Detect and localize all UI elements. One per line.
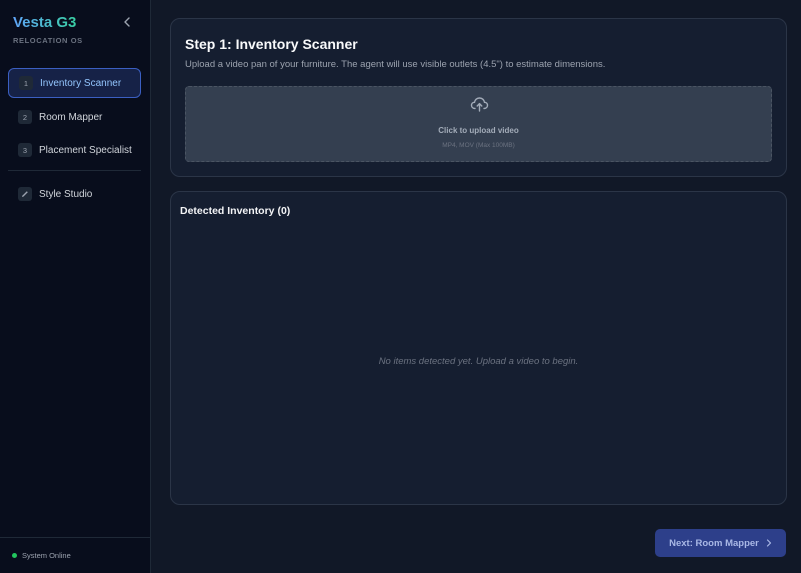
chevron-left-icon bbox=[124, 17, 130, 27]
sidebar-item-inventory-scanner[interactable]: 1 Inventory Scanner bbox=[8, 68, 141, 98]
sidebar-item-label: Room Mapper bbox=[39, 111, 103, 123]
page-title: Step 1: Inventory Scanner bbox=[185, 36, 358, 52]
sidebar-divider bbox=[8, 170, 141, 171]
next-button-label: Next: Room Mapper bbox=[669, 537, 759, 549]
step-number-badge: 1 bbox=[19, 76, 33, 90]
upload-hint: MP4, MOV (Max 100MB) bbox=[442, 142, 515, 149]
collapse-sidebar-button[interactable] bbox=[120, 14, 134, 30]
cloud-upload-icon bbox=[470, 97, 489, 112]
step-description: Upload a video pan of your furniture. Th… bbox=[185, 59, 606, 70]
sidebar-item-label: Inventory Scanner bbox=[40, 77, 122, 89]
sidebar-item-label: Placement Specialist bbox=[39, 144, 132, 156]
brand-name: Vesta G3 bbox=[13, 14, 83, 32]
sidebar-item-label: Style Studio bbox=[39, 188, 93, 200]
sidebar: Vesta G3 RELOCATION OS 1 Inventory Scann… bbox=[0, 0, 151, 573]
sidebar-item-style-studio[interactable]: Style Studio bbox=[8, 179, 141, 209]
chevron-right-icon bbox=[766, 539, 771, 547]
inventory-card: Detected Inventory (0) No items detected… bbox=[170, 191, 787, 505]
sidebar-item-room-mapper[interactable]: 2 Room Mapper bbox=[8, 102, 141, 132]
sidebar-item-placement-specialist[interactable]: 3 Placement Specialist bbox=[8, 135, 141, 165]
step-number-badge: 3 bbox=[18, 143, 32, 157]
status-dot bbox=[12, 553, 17, 558]
video-upload-dropzone[interactable]: Click to upload video MP4, MOV (Max 100M… bbox=[185, 86, 772, 162]
pencil-icon bbox=[18, 187, 32, 201]
brand-subtitle: RELOCATION OS bbox=[13, 36, 83, 45]
upload-card: Step 1: Inventory Scanner Upload a video… bbox=[170, 18, 787, 177]
inventory-title: Detected Inventory (0) bbox=[180, 205, 291, 217]
brand: Vesta G3 RELOCATION OS bbox=[13, 14, 83, 45]
upload-label: Click to upload video bbox=[438, 126, 519, 135]
status-text: System Online bbox=[22, 551, 71, 560]
inventory-empty-state: No items detected yet. Upload a video to… bbox=[378, 356, 579, 367]
system-status: System Online bbox=[0, 537, 151, 573]
next-room-mapper-button[interactable]: Next: Room Mapper bbox=[655, 529, 786, 557]
step-number-badge: 2 bbox=[18, 110, 32, 124]
